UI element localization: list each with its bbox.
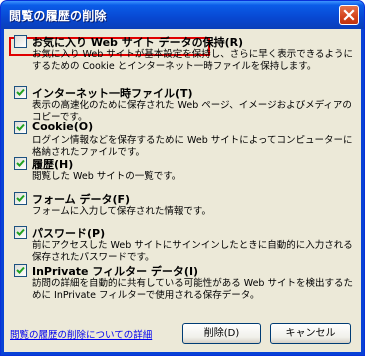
option-label: InPrivate フィルター データ(I) <box>32 265 199 278</box>
option-description: 訪問の詳細を自動的に共有している可能性がある Web サイトを検出するために I… <box>32 278 353 301</box>
option-description: 前にアクセスした Web サイトにサインインしたときに自動的に入力される保存され… <box>32 240 353 263</box>
checkbox-temp-files[interactable] <box>14 86 27 99</box>
delete-button[interactable]: 削除(D) <box>182 323 261 344</box>
checkbox-history[interactable] <box>14 157 27 170</box>
option-label: パスワード(P) <box>32 227 106 240</box>
checkbox-passwords[interactable] <box>14 226 27 239</box>
dialog-window: 閲覧の履歴の削除 お気に入り Web サイト データの保持(R) お気に入り W… <box>0 0 365 356</box>
option-label: Cookie(O) <box>32 120 94 133</box>
option-label: フォーム データ(F) <box>32 193 131 206</box>
checkmark-icon <box>16 123 25 131</box>
checkbox-form-data[interactable] <box>14 192 27 205</box>
title-bar[interactable]: 閲覧の履歴の削除 <box>1 1 364 29</box>
checkmark-icon <box>16 228 25 236</box>
checkmark-icon <box>16 159 25 167</box>
checkbox-inprivate-data[interactable] <box>14 264 27 277</box>
checkmark-icon <box>16 266 25 274</box>
option-description: フォームに入力して保存された情報です。 <box>32 206 211 217</box>
option-description: お気に入り Web サイトが基本設定を保持し、さらに早く表示できるようにするため… <box>32 49 354 72</box>
checkbox-cookies[interactable] <box>14 121 27 134</box>
help-link[interactable]: 閲覧の履歴の削除についての詳細 <box>10 327 152 341</box>
checkmark-icon <box>16 194 25 202</box>
checkmark-icon <box>16 88 25 96</box>
cancel-button[interactable]: キャンセル <box>270 323 351 344</box>
option-label: お気に入り Web サイト データの保持(R) <box>32 36 244 49</box>
option-description: ログイン情報などを保存するために Web サイトによってコンピューターに格納され… <box>32 135 353 158</box>
window-title: 閲覧の履歴の削除 <box>9 9 107 23</box>
close-button[interactable] <box>339 5 359 25</box>
checkbox-preserve-favorites[interactable] <box>14 35 27 48</box>
option-label: 履歴(H) <box>32 158 74 171</box>
dialog-body: お気に入り Web サイト データの保持(R) お気に入り Web サイトが基本… <box>4 29 361 352</box>
option-description: 閲覧した Web サイトの一覧です。 <box>32 171 182 182</box>
option-label: インターネット一時ファイル(T) <box>32 87 193 100</box>
close-icon <box>343 9 355 21</box>
